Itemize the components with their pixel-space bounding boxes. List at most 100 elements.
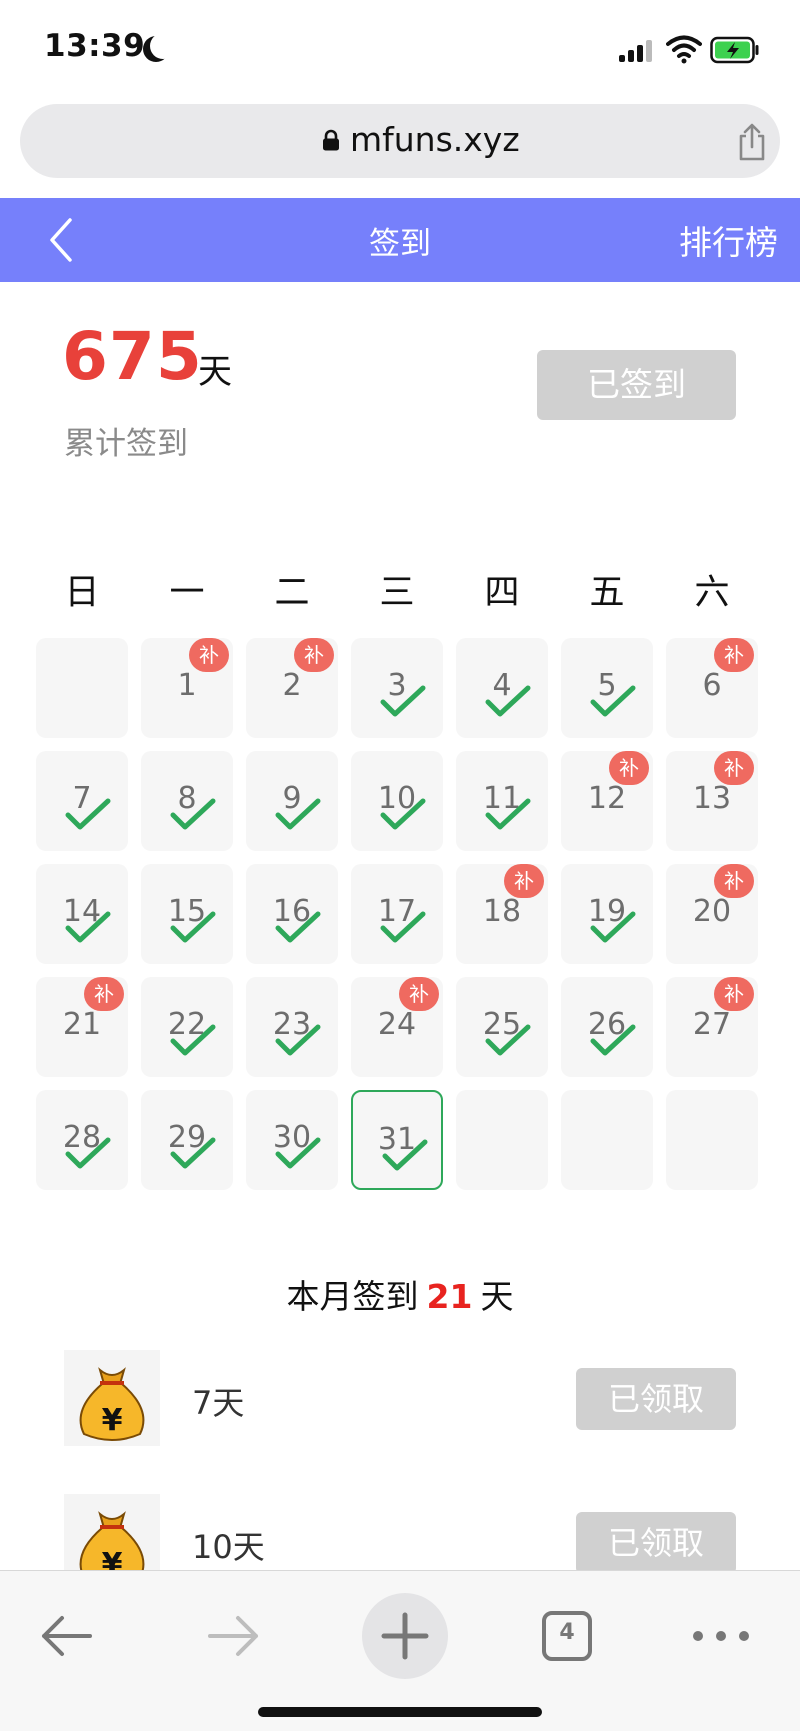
calendar-day[interactable]: 19: [561, 864, 653, 964]
weekday-label: 四: [484, 573, 520, 613]
check-icon: [380, 685, 426, 717]
signal-icon: [619, 40, 652, 62]
home-indicator: [258, 1707, 542, 1717]
weekday-label: 二: [274, 573, 310, 613]
makeup-badge[interactable]: 补: [504, 864, 544, 898]
lock-icon: [323, 129, 339, 151]
check-icon: [170, 1137, 216, 1169]
makeup-badge[interactable]: 补: [84, 977, 124, 1011]
makeup-badge[interactable]: 补: [399, 977, 439, 1011]
day-number: 2: [282, 668, 302, 703]
calendar-day[interactable]: 2补: [246, 638, 338, 738]
back-icon[interactable]: [32, 1601, 102, 1671]
makeup-badge[interactable]: 补: [189, 638, 229, 672]
url-bar[interactable]: mfuns.xyz: [20, 104, 780, 178]
calendar-day[interactable]: 23: [246, 977, 338, 1077]
check-icon: [275, 1024, 321, 1056]
ranking-link[interactable]: 排行榜: [679, 216, 778, 264]
makeup-badge[interactable]: 补: [714, 977, 754, 1011]
day-number: 13: [692, 781, 732, 816]
claimed-button[interactable]: 已领取: [576, 1368, 736, 1430]
reward-row: ¥ 7天 已领取: [0, 1350, 800, 1450]
browser-toolbar: 4: [0, 1570, 800, 1731]
day-number: 27: [692, 1007, 732, 1042]
calendar-day[interactable]: 29: [141, 1090, 233, 1190]
calendar-day[interactable]: 22: [141, 977, 233, 1077]
weekday-label: 日: [64, 573, 100, 613]
check-icon: [170, 1024, 216, 1056]
check-icon: [170, 911, 216, 943]
weekday-label: 一: [169, 573, 205, 613]
day-number: 6: [702, 668, 722, 703]
reward-label: 7天: [192, 1384, 245, 1422]
weekday-label: 六: [694, 573, 730, 613]
day-number: 12: [587, 781, 627, 816]
calendar-day[interactable]: 25: [456, 977, 548, 1077]
check-icon: [380, 798, 426, 830]
status-time: 13:39: [44, 28, 146, 64]
calendar-day[interactable]: 3: [351, 638, 443, 738]
check-icon: [65, 798, 111, 830]
calendar-day[interactable]: 27 补: [666, 977, 758, 1077]
month-summary-count: 21: [426, 1277, 473, 1316]
calendar-day[interactable]: 14: [36, 864, 128, 964]
calendar-day[interactable]: 8: [141, 751, 233, 851]
total-checkin-label: 累计签到: [64, 426, 188, 462]
calendar-day[interactable]: 21 补: [36, 977, 128, 1077]
calendar-day[interactable]: 30: [246, 1090, 338, 1190]
makeup-badge[interactable]: 补: [714, 751, 754, 785]
makeup-badge[interactable]: 补: [609, 751, 649, 785]
share-icon[interactable]: [734, 122, 770, 162]
calendar-day[interactable]: 18 补: [456, 864, 548, 964]
calendar-day[interactable]: 12 补: [561, 751, 653, 851]
forward-icon[interactable]: [198, 1601, 268, 1671]
day-number: 18: [482, 894, 522, 929]
calendar-day[interactable]: 10: [351, 751, 443, 851]
calendar-day[interactable]: 16: [246, 864, 338, 964]
calendar-day[interactable]: 9: [246, 751, 338, 851]
calendar-day[interactable]: 26: [561, 977, 653, 1077]
calendar-day[interactable]: 6补: [666, 638, 758, 738]
calendar-day[interactable]: 1补: [141, 638, 233, 738]
total-checkin-count: 675: [62, 318, 203, 395]
calendar-day[interactable]: 20 补: [666, 864, 758, 964]
check-icon: [275, 1137, 321, 1169]
day-number: 21: [62, 1007, 102, 1042]
new-tab-icon[interactable]: [360, 1591, 450, 1681]
check-icon: [485, 798, 531, 830]
calendar-day[interactable]: 13 补: [666, 751, 758, 851]
signed-in-button[interactable]: 已签到: [537, 350, 736, 420]
makeup-badge[interactable]: 补: [714, 864, 754, 898]
calendar-day[interactable]: 28: [36, 1090, 128, 1190]
weekday-header: 日一二三四五六: [36, 564, 764, 614]
calendar-day[interactable]: 4: [456, 638, 548, 738]
calendar-day[interactable]: 11: [456, 751, 548, 851]
check-icon: [485, 685, 531, 717]
url-text[interactable]: mfuns.xyz: [350, 120, 520, 159]
check-icon: [275, 798, 321, 830]
makeup-badge[interactable]: 补: [294, 638, 334, 672]
month-summary-suffix: 天: [480, 1277, 514, 1316]
calendar-grid: 1 补 2 补 3 4 5 6 补 7 8 9 10 11 12 补 13 补 14 15 16 17 18 补 19 20 补 21…: [36, 638, 764, 1198]
tabs-button[interactable]: 4: [532, 1601, 602, 1671]
calendar-day-empty: [36, 638, 128, 738]
more-icon[interactable]: [686, 1601, 756, 1671]
calendar-day[interactable]: 31: [351, 1090, 443, 1190]
money-bag-icon: ¥: [64, 1350, 160, 1446]
moon-icon: [150, 33, 176, 59]
makeup-badge[interactable]: 补: [714, 638, 754, 672]
check-icon: [590, 1024, 636, 1056]
check-icon: [485, 1024, 531, 1056]
calendar-day[interactable]: 24 补: [351, 977, 443, 1077]
calendar-day[interactable]: 17: [351, 864, 443, 964]
total-checkin-unit: 天: [198, 352, 232, 392]
calendar-day[interactable]: 7: [36, 751, 128, 851]
weekday-label: 三: [379, 573, 415, 613]
day-number: 1: [177, 668, 197, 703]
calendar-day[interactable]: 15: [141, 864, 233, 964]
weekday-label: 五: [589, 573, 625, 613]
day-number: 20: [692, 894, 732, 929]
calendar-day[interactable]: 5: [561, 638, 653, 738]
claimed-button[interactable]: 已领取: [576, 1512, 736, 1574]
month-summary: 本月签到 21 天: [0, 1270, 800, 1318]
